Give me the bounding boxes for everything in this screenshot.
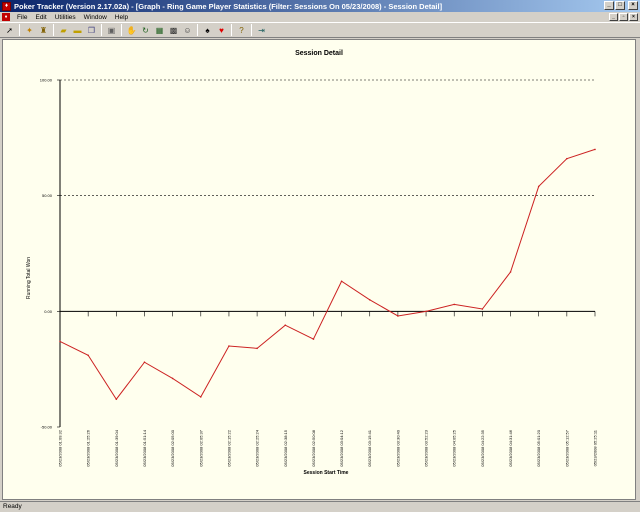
menu-utilities[interactable]: Utilities <box>51 14 80 21</box>
doc-restore-button[interactable]: ▫ <box>619 13 628 21</box>
y-axis-title: Running Total Won <box>26 257 32 299</box>
data-point <box>228 345 230 347</box>
x-tick-labels: 05/23/2008 01:09:32 05/23/2008 01:25:26 05… <box>58 311 598 467</box>
data-point <box>537 185 540 188</box>
calendar-icon[interactable]: ▦ <box>154 25 165 36</box>
x-tick-label: 05/23/2008 01:39:04 <box>114 429 119 466</box>
data-point <box>397 315 399 317</box>
chart-panel: Session Detail -50.00 0.00 50.00 100.00 05/… <box>2 39 636 500</box>
menu-window[interactable]: Window <box>80 14 111 21</box>
x-tick-label: 05/23/2008 03:04:12 <box>339 429 344 466</box>
data-point <box>256 347 258 350</box>
minimize-button[interactable]: _ <box>604 1 614 10</box>
toolbar-separator <box>53 24 54 36</box>
toolbar-separator <box>251 24 252 36</box>
x-tick-label: 05/23/2008 03:30:40 <box>395 429 400 466</box>
data-point <box>87 354 89 357</box>
doc-close-button[interactable]: × <box>629 13 638 21</box>
x-tick-label: 05/23/2008 04:22:35 <box>480 429 485 466</box>
toolbar: ➚ ✦ ♜ ▰ ▬ ❐ ▣ ✋ ↻ ▦ ▩ ☺ ♠ ♥ ? ⇥ <box>0 22 640 38</box>
close-button[interactable]: × <box>628 1 638 10</box>
data-point <box>481 308 484 310</box>
save-icon[interactable]: ▣ <box>106 25 117 36</box>
status-bar: Ready <box>0 501 640 512</box>
title-bar: ♦ Poker Tracker (Version 2.17.02a) - [Gr… <box>0 0 640 12</box>
x-axis-title: Session Start Time <box>304 470 349 476</box>
maximize-button[interactable]: □ <box>615 1 625 10</box>
x-tick-label: 05/23/2008 05:12:57 <box>564 429 569 466</box>
hand-icon[interactable]: ✋ <box>126 25 137 36</box>
data-point <box>312 338 315 340</box>
pointer-icon[interactable]: ➚ <box>4 25 15 36</box>
help-icon[interactable]: ? <box>236 25 247 36</box>
data-point <box>509 271 512 273</box>
spade-icon[interactable]: ♠ <box>202 25 213 36</box>
open-icon[interactable]: ✦ <box>24 25 35 36</box>
data-point <box>453 303 456 306</box>
x-tick-label: 05/23/2008 04:05:25 <box>452 429 457 466</box>
x-tick-label: 05/23/2008 03:15:41 <box>367 429 372 466</box>
x-tick-label: 05/23/2008 03:52:23 <box>424 429 429 466</box>
line-chart: Session Detail -50.00 0.00 50.00 100.00 05/… <box>26 50 598 476</box>
window-title: Poker Tracker (Version 2.17.02a) - [Grap… <box>14 1 443 11</box>
data-point <box>115 398 118 401</box>
toolbar-separator <box>121 24 122 36</box>
refresh-icon[interactable]: ↻ <box>140 25 151 36</box>
x-tick-label: 05/23/2008 02:50:08 <box>311 429 316 466</box>
toolbar-separator <box>231 24 232 36</box>
y-tick-label: 100.00 <box>40 78 53 83</box>
folder-open-icon[interactable]: ▰ <box>58 25 69 36</box>
menu-bar: ♦ File Edit Utilities Window Help _ ▫ × <box>0 12 640 22</box>
doc-minimize-button[interactable]: _ <box>609 13 618 21</box>
toolbar-separator <box>101 24 102 36</box>
x-tick-label: 05/23/2008 02:15:22 <box>226 429 231 466</box>
menu-edit[interactable]: Edit <box>31 14 50 21</box>
data-point <box>171 377 174 380</box>
y-tick-label: 0.00 <box>44 309 53 314</box>
x-tick-label: 05/23/2008 05:25:11 <box>593 429 598 466</box>
x-tick-label: 05/23/2008 01:25:26 <box>86 429 91 466</box>
toolbar-separator <box>19 24 20 36</box>
x-tick-label: 05/23/2008 02:05:00 <box>170 429 175 466</box>
y-tick-label: -50.00 <box>41 425 53 430</box>
x-tick-label: 05/23/2008 01:51:14 <box>142 429 147 466</box>
chart-title: Session Detail <box>295 50 343 57</box>
x-tick-label: 05/23/2008 01:09:32 <box>58 429 63 466</box>
document-icon[interactable]: ♦ <box>2 13 10 21</box>
y-tick-labels: -50.00 0.00 50.00 100.00 <box>40 78 60 430</box>
x-tick-label: 05/23/2008 02:38:15 <box>283 429 288 466</box>
window-controls: _ □ × <box>604 1 638 10</box>
data-point <box>143 361 146 364</box>
data-points <box>59 148 596 401</box>
data-point <box>284 324 287 327</box>
exit-icon[interactable]: ⇥ <box>256 25 267 36</box>
data-point <box>340 280 343 283</box>
data-point <box>566 157 568 160</box>
menu-file[interactable]: File <box>13 14 31 21</box>
trophy-icon[interactable]: ♜ <box>38 25 49 36</box>
x-tick-label: 05/23/2008 02:25:24 <box>255 429 260 466</box>
player-icon[interactable]: ☺ <box>182 25 193 36</box>
series-line <box>59 148 596 401</box>
status-text: Ready <box>3 503 22 510</box>
grid-icon[interactable]: ▩ <box>168 25 179 36</box>
x-tick-label: 05/23/2008 04:31:46 <box>508 429 513 466</box>
heart-icon[interactable]: ♥ <box>216 25 227 36</box>
data-point <box>594 148 596 151</box>
folder-icon[interactable]: ▬ <box>72 25 83 36</box>
data-point <box>368 298 371 301</box>
x-tick-label: 05/23/2008 02:05:37 <box>198 429 203 466</box>
grid-layer <box>60 79 595 196</box>
menu-help[interactable]: Help <box>111 14 132 21</box>
data-point <box>425 310 427 313</box>
data-point <box>199 396 202 398</box>
copy-icon[interactable]: ❐ <box>86 25 97 36</box>
data-point <box>59 340 61 343</box>
x-tick-label: 05/23/2008 05:01:20 <box>536 429 541 466</box>
toolbar-separator <box>197 24 198 36</box>
y-tick-label: 50.00 <box>42 193 53 198</box>
app-icon[interactable]: ♦ <box>2 1 11 11</box>
document-controls: _ ▫ × <box>609 13 638 21</box>
